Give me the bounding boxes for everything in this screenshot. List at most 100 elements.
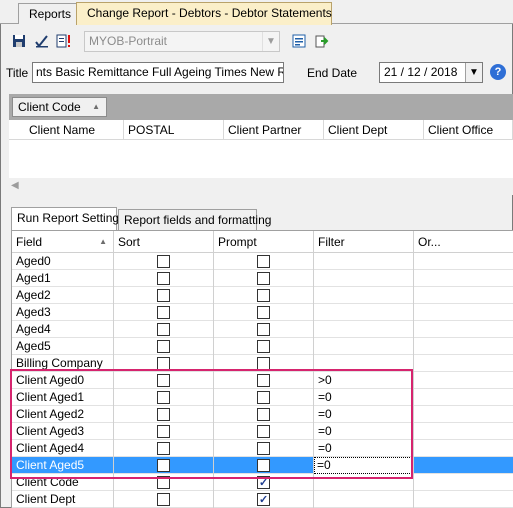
- sort-checkbox[interactable]: [157, 306, 170, 319]
- order-cell[interactable]: [414, 474, 513, 491]
- sort-checkbox[interactable]: [157, 391, 170, 404]
- filter-cell[interactable]: =0: [314, 389, 414, 406]
- column-client-dept[interactable]: Client Dept: [324, 120, 424, 140]
- title-input[interactable]: nts Basic Remittance Full Ageing Times N…: [32, 62, 284, 83]
- prompt-checkbox[interactable]: [257, 323, 270, 336]
- table-row[interactable]: Aged2: [12, 287, 513, 304]
- order-cell[interactable]: [414, 287, 513, 304]
- order-cell[interactable]: [414, 338, 513, 355]
- column-client-name[interactable]: Client Name: [9, 120, 124, 140]
- floppy-disk-icon[interactable]: [12, 34, 26, 48]
- column-sort[interactable]: Sort: [114, 231, 214, 253]
- filter-cell[interactable]: =0: [314, 423, 414, 440]
- sort-checkbox[interactable]: [157, 323, 170, 336]
- sort-checkbox[interactable]: [157, 493, 170, 506]
- table-row[interactable]: Aged4: [12, 321, 513, 338]
- order-cell[interactable]: [414, 355, 513, 372]
- order-cell[interactable]: [414, 406, 513, 423]
- order-cell[interactable]: [414, 321, 513, 338]
- filter-cell[interactable]: >0: [314, 372, 414, 389]
- tab-change-report[interactable]: Change Report - Debtors - Debtor Stateme…: [76, 2, 332, 25]
- table-row[interactable]: Aged5: [12, 338, 513, 355]
- filter-cell[interactable]: [314, 355, 414, 372]
- prompt-checkbox[interactable]: [257, 374, 270, 387]
- order-cell[interactable]: [414, 372, 513, 389]
- sort-checkbox[interactable]: [157, 442, 170, 455]
- column-field[interactable]: Field ▲: [12, 231, 114, 253]
- order-cell[interactable]: [414, 270, 513, 287]
- horizontal-scrollbar[interactable]: ◀: [9, 178, 513, 195]
- properties-icon[interactable]: [292, 34, 306, 48]
- table-row[interactable]: Aged1: [12, 270, 513, 287]
- sort-checkbox[interactable]: [157, 476, 170, 489]
- filter-cell[interactable]: [314, 474, 414, 491]
- prompt-checkbox[interactable]: [257, 272, 270, 285]
- sort-checkbox[interactable]: [157, 340, 170, 353]
- order-cell[interactable]: [414, 491, 513, 508]
- prompt-checkbox[interactable]: [257, 391, 270, 404]
- prompt-checkbox[interactable]: [257, 475, 270, 491]
- filter-cell[interactable]: =0: [314, 406, 414, 423]
- tab-reports[interactable]: Reports: [18, 3, 78, 24]
- filter-cell[interactable]: [314, 321, 414, 338]
- column-filter[interactable]: Filter: [314, 231, 414, 253]
- column-client-partner[interactable]: Client Partner: [224, 120, 324, 140]
- table-row[interactable]: Client Aged5 =0: [12, 457, 513, 474]
- filter-cell[interactable]: [314, 270, 414, 287]
- table-row[interactable]: Client Code: [12, 474, 513, 491]
- tab-run-report-settings[interactable]: Run Report Settings: [11, 207, 125, 231]
- prompt-checkbox[interactable]: [257, 425, 270, 438]
- sort-checkbox[interactable]: [157, 459, 170, 472]
- table-row[interactable]: Client Aged3 =0: [12, 423, 513, 440]
- column-postal[interactable]: POSTAL: [124, 120, 224, 140]
- filter-cell[interactable]: =0: [314, 457, 414, 474]
- table-row[interactable]: Client Aged2 =0: [12, 406, 513, 423]
- filter-cell[interactable]: [314, 338, 414, 355]
- end-date-picker[interactable]: 21 / 12 / 2018 ▼: [379, 62, 483, 83]
- order-cell[interactable]: [414, 423, 513, 440]
- prompt-checkbox[interactable]: [257, 357, 270, 370]
- sort-checkbox[interactable]: [157, 357, 170, 370]
- sort-checkbox[interactable]: [157, 289, 170, 302]
- order-cell[interactable]: [414, 457, 513, 474]
- table-row[interactable]: Aged3: [12, 304, 513, 321]
- prompt-checkbox[interactable]: [257, 289, 270, 302]
- layout-select[interactable]: MYOB-Portrait ▼: [84, 31, 280, 52]
- prompt-checkbox[interactable]: [257, 255, 270, 268]
- prompt-checkbox[interactable]: [257, 306, 270, 319]
- chevron-down-icon[interactable]: ▼: [465, 63, 482, 82]
- prompt-checkbox[interactable]: [257, 340, 270, 353]
- order-cell[interactable]: [414, 440, 513, 457]
- sort-checkbox[interactable]: [157, 374, 170, 387]
- chevron-left-icon[interactable]: ◀: [11, 180, 19, 191]
- sort-checkbox[interactable]: [157, 272, 170, 285]
- group-chip-client-code[interactable]: Client Code ▲: [12, 97, 107, 117]
- order-cell[interactable]: [414, 253, 513, 270]
- filter-cell[interactable]: =0: [314, 440, 414, 457]
- column-order[interactable]: Or...: [414, 231, 513, 253]
- filter-input[interactable]: =0: [314, 457, 412, 474]
- sort-checkbox[interactable]: [157, 255, 170, 268]
- table-row[interactable]: Client Dept: [12, 491, 513, 508]
- filter-cell[interactable]: [314, 304, 414, 321]
- prompt-checkbox[interactable]: [257, 442, 270, 455]
- export-arrow-icon[interactable]: [315, 34, 329, 48]
- prompt-checkbox[interactable]: [257, 408, 270, 421]
- report-alert-icon[interactable]: [56, 34, 70, 48]
- column-client-office[interactable]: Client Office: [424, 120, 513, 140]
- prompt-checkbox[interactable]: [257, 459, 270, 472]
- table-row[interactable]: Billing Company: [12, 355, 513, 372]
- table-row[interactable]: Aged0: [12, 253, 513, 270]
- table-row[interactable]: Client Aged4 =0: [12, 440, 513, 457]
- filter-cell[interactable]: [314, 253, 414, 270]
- help-icon[interactable]: ?: [490, 64, 506, 80]
- order-cell[interactable]: [414, 389, 513, 406]
- filter-cell[interactable]: [314, 287, 414, 304]
- table-row[interactable]: Client Aged0 >0: [12, 372, 513, 389]
- sort-checkbox[interactable]: [157, 425, 170, 438]
- tab-report-fields-formatting[interactable]: Report fields and formatting: [118, 209, 271, 230]
- order-cell[interactable]: [414, 304, 513, 321]
- sort-checkbox[interactable]: [157, 408, 170, 421]
- filter-cell[interactable]: [314, 491, 414, 508]
- table-row[interactable]: Client Aged1 =0: [12, 389, 513, 406]
